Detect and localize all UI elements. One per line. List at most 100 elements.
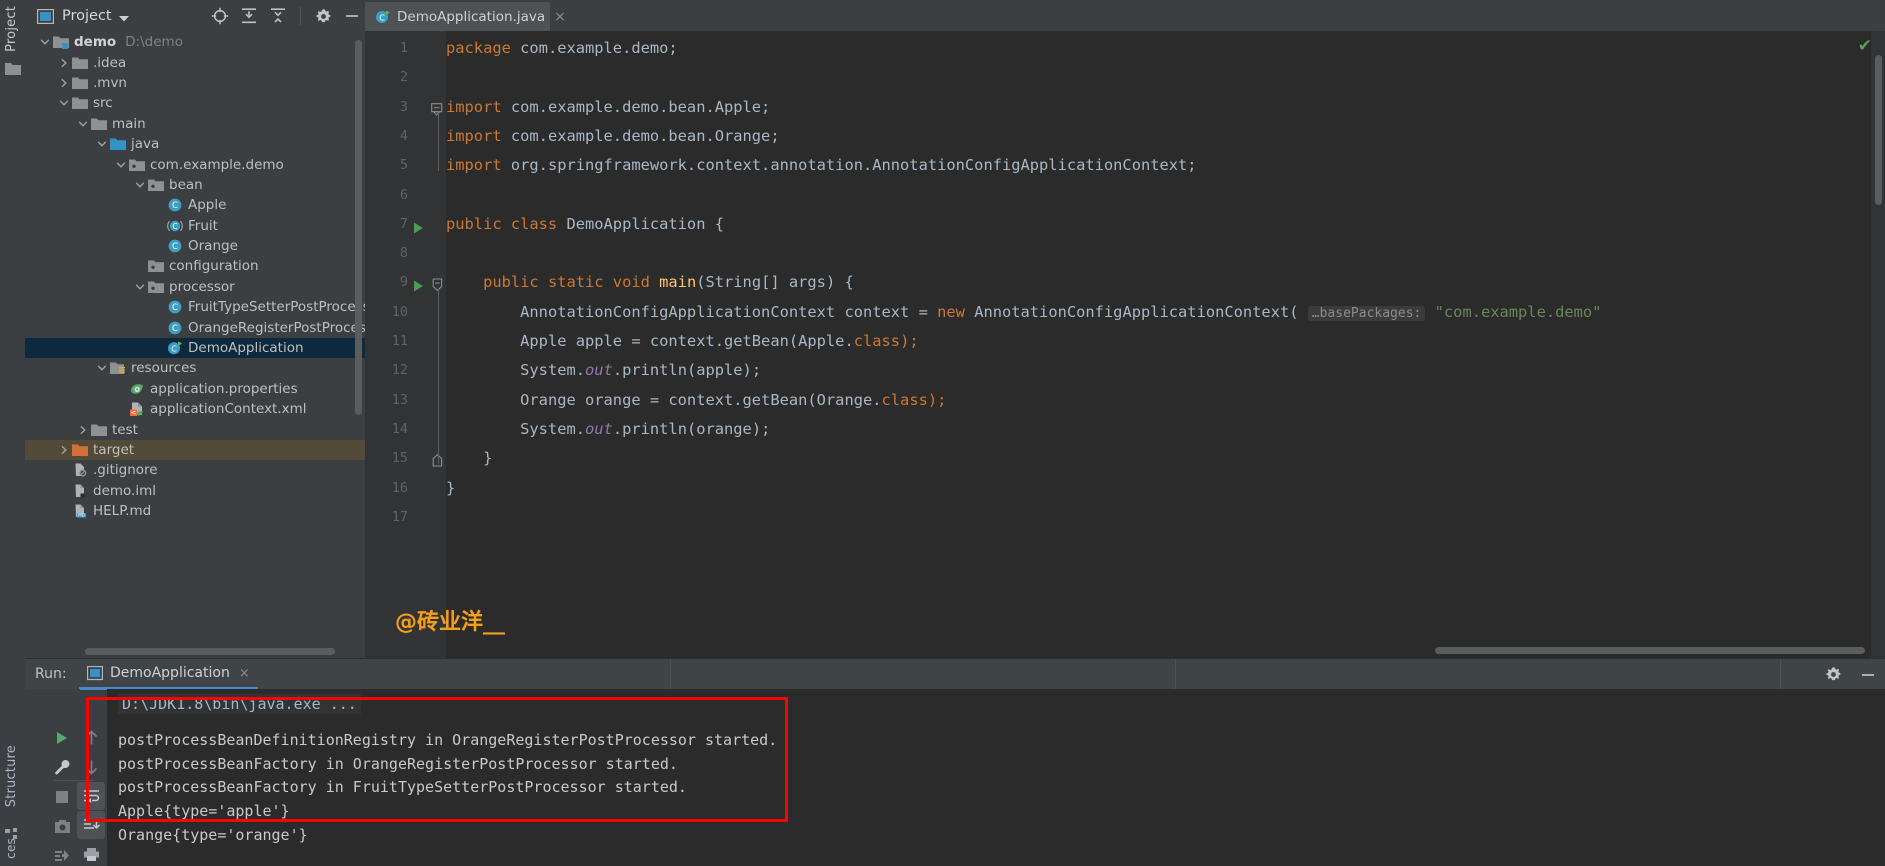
hide-panel-icon[interactable] [343, 7, 361, 25]
gutter-line-number: 7 [399, 215, 408, 232]
tree-node-applicationcontext-xml[interactable]: < applicationContext.xml [25, 399, 365, 419]
chevron-down-icon[interactable] [58, 97, 70, 109]
inspection-status-icon[interactable]: ✔ [1858, 36, 1872, 56]
tree-node-test[interactable]: test [25, 419, 365, 439]
print-icon[interactable] [77, 840, 105, 866]
editor-fold-column[interactable] [430, 31, 446, 658]
gear-icon[interactable] [1824, 666, 1842, 684]
chevron-down-icon[interactable] [96, 362, 108, 374]
tree-node-demo-iml[interactable]: demo.iml [25, 481, 365, 501]
tree-node-apple[interactable]: C Apple [25, 195, 365, 215]
editor-gutter[interactable]: 1 2 3 4 5 6 7 8 9 10 11 12 13 14 15 16 17 [365, 31, 430, 658]
tree-node-orangeregisterpostprocessor[interactable]: C OrangeRegisterPostProcessor [25, 317, 365, 337]
chevron-down-icon[interactable] [77, 118, 89, 130]
edit-configuration-icon[interactable] [48, 753, 76, 781]
gutter-line-number: 1 [399, 40, 408, 56]
watermark: @砖业洋__ [395, 610, 506, 635]
tree-node-bean[interactable]: bean [25, 175, 365, 195]
tree-node-processor[interactable]: processor [25, 277, 365, 297]
console-output-line: Apple{type='apple'} [118, 802, 290, 821]
expand-all-icon[interactable] [240, 7, 258, 25]
tool-window-button-project[interactable]: Project [4, 6, 19, 52]
screenshot-icon[interactable] [48, 812, 76, 840]
stop-icon[interactable] [48, 783, 76, 811]
down-arrow-icon[interactable] [77, 753, 105, 781]
favorites-folder-icon[interactable] [5, 60, 21, 75]
chevron-down-icon[interactable] [134, 281, 146, 293]
tree-node-label: demo [74, 34, 117, 51]
chevron-down-icon[interactable] [118, 7, 129, 26]
run-tab-demoapplication[interactable]: DemoApplication × [79, 659, 258, 690]
tree-node-com-example-demo[interactable]: com.example.demo [25, 154, 365, 174]
editor-tab-bar: C DemoApplication.java × [365, 0, 1885, 31]
tree-node-label: .mvn [93, 74, 127, 91]
tree-node-label: Fruit [188, 217, 218, 234]
code-line-get-orange: Orange orange = context.getBean(Orange.c… [520, 390, 947, 409]
gutter-run-icon[interactable] [413, 277, 425, 292]
folder-icon [72, 75, 88, 91]
project-tree-horizontal-scrollbar[interactable] [85, 648, 335, 655]
tool-window-button-structure[interactable]: Structure [4, 745, 19, 807]
chevron-down-icon[interactable] [39, 36, 51, 48]
editor-vertical-scrollbar[interactable] [1875, 55, 1882, 205]
tree-node-fruit[interactable]: C Fruit [25, 216, 365, 236]
run-tool-window: Run: DemoApplication × D:\JDK1.8\bin\jav… [25, 658, 1885, 866]
folder-icon [91, 116, 107, 132]
tree-node-fruittypesetterpostprocessor[interactable]: C FruitTypeSetterPostProcessor [25, 297, 365, 317]
editor-code-area[interactable]: package com.example.demo; import com.exam… [446, 31, 1885, 658]
chevron-right-icon[interactable] [58, 444, 70, 456]
tree-node-demo[interactable]: demo D:\demo [25, 32, 365, 52]
tree-node-help-md[interactable]: MD HELP.md [25, 501, 365, 521]
tree-node-mvn[interactable]: .mvn [25, 73, 365, 93]
chevron-down-icon[interactable] [96, 138, 108, 150]
tree-node-application-properties[interactable]: application.properties [25, 379, 365, 399]
tree-node-src[interactable]: src [25, 93, 365, 113]
tree-node-configuration[interactable]: configuration [25, 256, 365, 276]
tool-window-button-resources[interactable]: ces [4, 838, 18, 859]
editor-tab-label: DemoApplication.java [397, 8, 546, 25]
console-output-line: postProcessBeanDefinitionRegistry in Ora… [118, 731, 778, 749]
rerun-icon[interactable] [48, 724, 76, 752]
editor-tab-demoapplication[interactable]: C DemoApplication.java × [365, 2, 566, 31]
tree-node-gitignore[interactable]: .gitignore [25, 460, 365, 480]
close-icon[interactable]: × [239, 666, 250, 681]
gutter-line-number: 12 [391, 362, 408, 379]
chevron-down-icon[interactable] [115, 159, 127, 171]
tree-node-resources[interactable]: resources [25, 358, 365, 378]
tree-node-main[interactable]: main [25, 114, 365, 134]
hide-panel-icon[interactable] [1859, 666, 1877, 684]
locate-icon[interactable] [211, 7, 229, 25]
chevron-right-icon[interactable] [77, 424, 89, 436]
tree-node-label: applicationContext.xml [150, 401, 307, 418]
svg-text:C: C [172, 303, 178, 313]
tree-node-orange[interactable]: C Orange [25, 236, 365, 256]
collapse-all-icon[interactable] [269, 7, 287, 25]
tree-node-label: .idea [93, 54, 127, 71]
chevron-right-icon[interactable] [58, 77, 70, 89]
gutter-line-number: 13 [391, 391, 408, 408]
gutter-line-number: 14 [391, 420, 408, 437]
gear-icon[interactable] [314, 7, 332, 25]
tree-node-label: DemoApplication [188, 340, 304, 357]
gutter-run-icon[interactable] [413, 219, 425, 234]
chevron-down-icon[interactable] [134, 179, 146, 191]
up-arrow-icon[interactable] [77, 724, 105, 752]
tree-node-idea[interactable]: .idea [25, 52, 365, 72]
scroll-to-end-icon[interactable] [77, 811, 105, 839]
close-icon[interactable]: × [554, 9, 566, 25]
class-icon: C [167, 197, 183, 213]
tree-node-demoapplication[interactable]: C DemoApplication [25, 337, 365, 359]
console-output[interactable]: D:\JDK1.8\bin\java.exe ... postProcessBe… [107, 689, 1885, 866]
tree-node-java[interactable]: java [25, 134, 365, 154]
runnable-class-icon: C [167, 340, 183, 356]
tree-node-target[interactable]: target [25, 439, 365, 461]
editor-horizontal-scrollbar[interactable] [1435, 647, 1865, 654]
chevron-right-icon[interactable] [58, 57, 70, 69]
project-tree-vertical-scrollbar[interactable] [355, 40, 362, 415]
thread-dump-icon[interactable] [48, 841, 76, 866]
project-tree[interactable]: demo D:\demo .idea .mvn src main java com.examp… [25, 32, 365, 527]
soft-wrap-icon[interactable] [77, 782, 105, 810]
run-header-divider-3 [1780, 659, 1781, 690]
